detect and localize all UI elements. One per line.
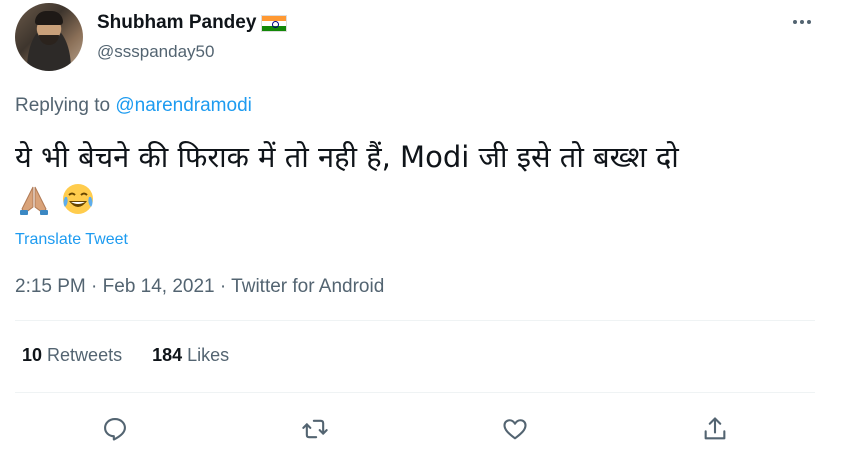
reply-icon[interactable]: [98, 412, 132, 446]
avatar[interactable]: [15, 3, 83, 71]
retweets-stat[interactable]: 10 Retweets: [22, 345, 122, 366]
tweet-stats: 10 Retweets 184 Likes: [22, 345, 229, 366]
retweet-icon[interactable]: [298, 412, 332, 446]
replying-to: Replying to @narendramodi: [15, 95, 252, 117]
author-name-text: Shubham Pandey: [97, 12, 257, 33]
tweet-card: Shubham Pandey @ssspanday50 Replying to …: [0, 0, 850, 472]
divider: [15, 392, 815, 393]
tweet-actions: [15, 410, 815, 446]
avatar-hair: [35, 11, 63, 25]
replying-to-label: Replying to: [15, 95, 111, 116]
more-options-icon[interactable]: [788, 10, 816, 34]
translate-tweet-link[interactable]: Translate Tweet: [15, 231, 128, 249]
tweet-emojis: [15, 180, 97, 218]
like-icon[interactable]: [498, 412, 532, 446]
replying-to-link[interactable]: @narendramodi: [115, 95, 252, 116]
author-name[interactable]: Shubham Pandey: [97, 12, 288, 34]
tweet-text: ये भी बेचने की फिराक में तो नही हैं, Mod…: [15, 140, 679, 174]
author-handle[interactable]: @ssspanday50: [97, 42, 214, 62]
likes-label: Likes: [187, 345, 230, 365]
likes-stat[interactable]: 184 Likes: [152, 345, 229, 366]
avatar-beard: [39, 35, 59, 45]
tears-of-joy-icon: [59, 180, 97, 218]
tweet-metadata[interactable]: 2:15 PM · Feb 14, 2021 · Twitter for And…: [15, 276, 384, 298]
india-flag-icon: [261, 14, 288, 32]
share-icon[interactable]: [698, 412, 732, 446]
likes-count: 184: [152, 345, 183, 365]
retweets-label: Retweets: [47, 345, 123, 365]
divider: [15, 320, 815, 321]
retweets-count: 10: [22, 345, 43, 365]
folded-hands-icon: [15, 180, 53, 218]
